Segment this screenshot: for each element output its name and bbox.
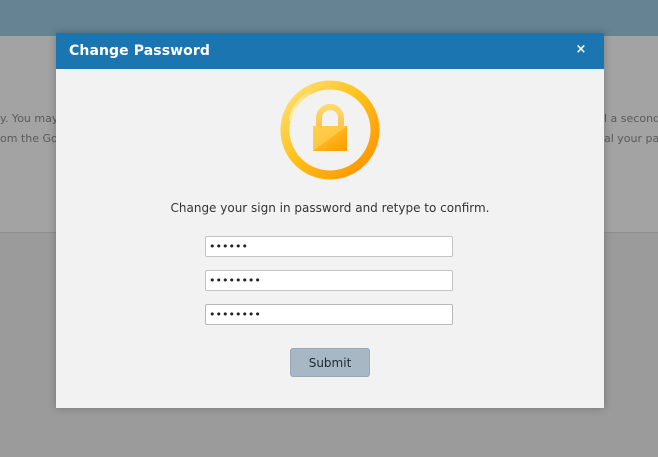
background-text-line: y. You may bbox=[0, 112, 56, 125]
retype-password-field[interactable] bbox=[205, 304, 453, 325]
lock-icon bbox=[279, 79, 381, 181]
dialog-header: Change Password × bbox=[56, 33, 604, 69]
close-icon: × bbox=[575, 42, 587, 57]
confirm-password-field[interactable] bbox=[205, 270, 453, 291]
dialog-title: Change Password bbox=[69, 43, 211, 59]
background-text-line: om the Go bbox=[0, 132, 56, 145]
background-text-right: l a second al your pa bbox=[604, 109, 658, 149]
close-button[interactable]: × bbox=[574, 42, 588, 58]
background-header bbox=[0, 0, 658, 36]
lock-icon-graphic bbox=[280, 80, 380, 180]
change-password-dialog: Change Password × Change your sign in pa… bbox=[56, 33, 604, 408]
background-text-line: l a second bbox=[604, 112, 658, 125]
new-password-field[interactable] bbox=[205, 236, 453, 257]
instruction-text: Change your sign in password and retype … bbox=[170, 201, 490, 215]
background-text-line: al your pa bbox=[604, 132, 658, 145]
background-text-left: y. You may om the Go bbox=[0, 109, 56, 149]
submit-button[interactable]: Submit bbox=[290, 348, 370, 377]
